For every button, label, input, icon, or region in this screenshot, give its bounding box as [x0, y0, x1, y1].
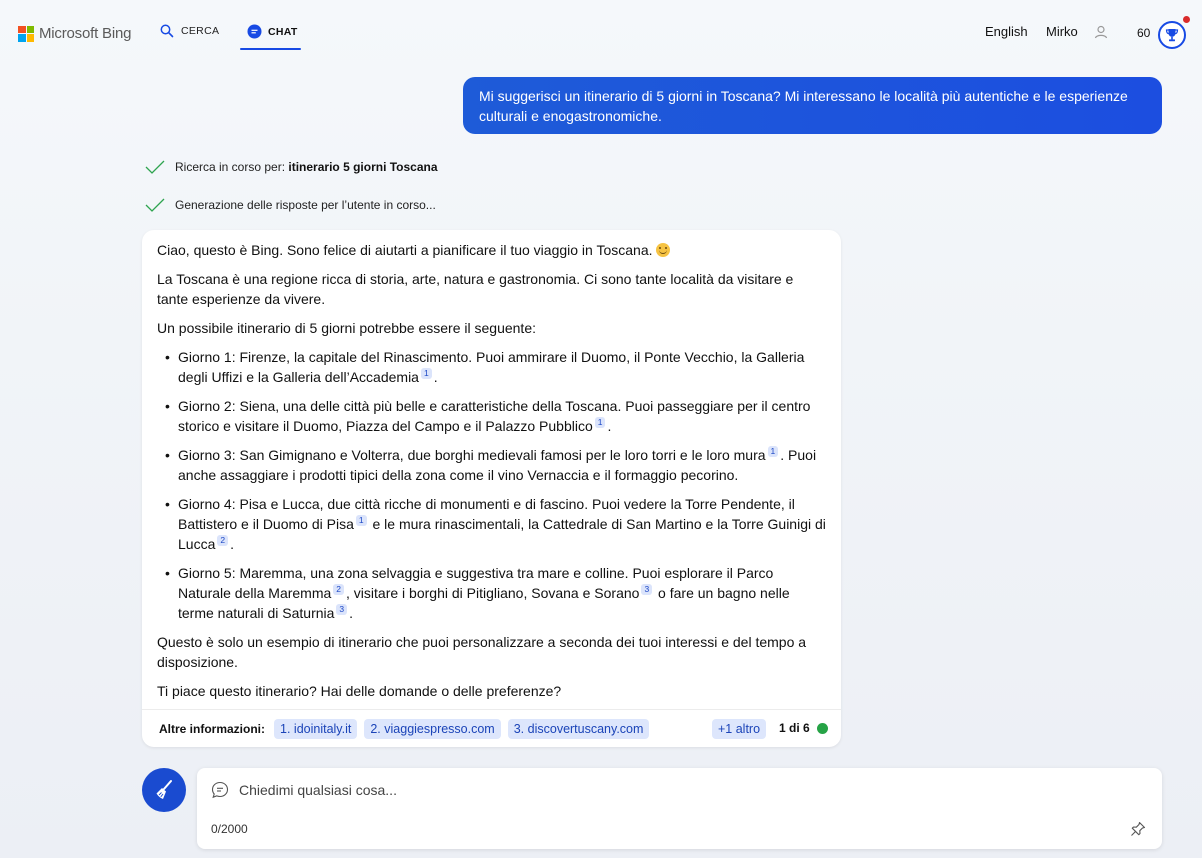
chat-input[interactable] — [239, 780, 1119, 800]
citation-link[interactable]: 2 — [333, 584, 345, 595]
list-item: Giorno 2: Siena, una delle città più bel… — [165, 396, 826, 436]
list-item: Giorno 1: Firenze, la capitale del Rinas… — [165, 347, 826, 387]
response-closing: Questo è solo un esempio di itinerario c… — [157, 634, 807, 670]
list-item: Giorno 5: Maremma, una zona selvaggia e … — [165, 563, 826, 623]
user-message-bubble: Mi suggerisci un itinerario di 5 giorni … — [463, 77, 1162, 134]
day-text: Giorno 1: Firenze, la capitale del Rinas… — [178, 349, 805, 385]
bot-response-card: Ciao, questo è Bing. Sono felice di aiut… — [142, 230, 841, 747]
list-item: Giorno 4: Pisa e Lucca, due città ricche… — [165, 494, 826, 554]
citation-link[interactable]: 1 — [420, 368, 432, 379]
learn-more-bar: Altre informazioni: 1. idoinitaly.it 2. … — [142, 709, 841, 747]
citation-link[interactable]: 1 — [767, 446, 779, 457]
chat-bubble-icon — [211, 781, 229, 799]
search-query: itinerario 5 giorni Toscana — [288, 160, 438, 174]
broom-icon — [156, 780, 172, 799]
source-link[interactable]: 1. idoinitaly.it — [274, 718, 358, 739]
checkmark-icon — [145, 198, 165, 212]
generating-progress: Generazione delle risposte per l’utente … — [145, 198, 436, 212]
character-counter: 0/2000 — [211, 822, 248, 836]
response-body: Ciao, questo è Bing. Sono felice di aiut… — [142, 230, 841, 701]
tab-search-label: CERCA — [181, 25, 220, 37]
user-name[interactable]: Mirko — [1046, 24, 1078, 39]
more-sources-button[interactable]: +1 altro — [712, 719, 767, 739]
brand-name: Microsoft Bing — [39, 25, 132, 42]
day-text: Giorno 2: Siena, una delle città più bel… — [178, 398, 811, 434]
learn-more-label: Altre informazioni: — [159, 721, 266, 736]
turn-counter: 1 di 6 — [779, 721, 810, 735]
language-switch[interactable]: English — [985, 24, 1028, 39]
search-progress: Ricerca in corso per: itinerario 5 giorn… — [145, 160, 438, 174]
turn-status-icon — [817, 723, 828, 734]
citation-link[interactable]: 1 — [594, 417, 606, 428]
day-text: . — [230, 536, 234, 552]
chat-input-box[interactable]: 0/2000 — [197, 768, 1162, 849]
tab-chat-label: CHAT — [268, 25, 298, 38]
response-question: Ti piace questo itinerario? Hai delle do… — [157, 683, 562, 699]
checkmark-icon — [145, 160, 165, 174]
day-text: . — [433, 369, 438, 385]
citation-link[interactable]: 1 — [355, 515, 367, 526]
rewards-points[interactable]: 60 — [1137, 26, 1150, 40]
tab-chat[interactable]: CHAT — [247, 24, 298, 39]
notification-dot — [1183, 16, 1190, 23]
search-progress-prefix: Ricerca in corso per: — [175, 160, 286, 174]
trophy-icon — [1165, 29, 1179, 42]
day-text: Giorno 3: San Gimignano e Volterra, due … — [178, 447, 766, 463]
day-text: , visitare i borghi di Pitigliano, Sovan… — [346, 585, 640, 601]
day-text: . — [607, 418, 612, 434]
rewards-trophy-button[interactable] — [1158, 21, 1186, 49]
tab-search[interactable]: CERCA — [160, 24, 219, 38]
source-link[interactable]: 2. viaggiespresso.com — [364, 718, 501, 739]
citation-link[interactable]: 2 — [217, 535, 229, 546]
microsoft-logo-icon — [18, 25, 34, 42]
smile-emoji-icon — [655, 243, 670, 257]
greeting-text: Ciao, questo è Bing. Sono felice di aiut… — [157, 242, 653, 258]
citation-link[interactable]: 3 — [641, 584, 653, 595]
pin-icon[interactable] — [1130, 821, 1146, 837]
citation-link[interactable]: 3 — [336, 604, 348, 615]
response-lead: Un possibile itinerario di 5 giorni potr… — [157, 320, 536, 336]
source-link[interactable]: 3. discovertuscany.com — [507, 718, 650, 739]
generating-text: Generazione delle risposte per l’utente … — [175, 198, 436, 212]
user-avatar-icon[interactable] — [1093, 24, 1109, 40]
new-topic-button[interactable] — [142, 768, 186, 812]
itinerary-list: Giorno 1: Firenze, la capitale del Rinas… — [165, 347, 826, 623]
active-tab-indicator — [240, 48, 301, 50]
search-icon — [160, 24, 174, 38]
chat-icon — [247, 24, 262, 39]
response-intro: La Toscana è una regione ricca di storia… — [157, 271, 794, 307]
day-text: . — [349, 605, 354, 621]
response-greeting: Ciao, questo è Bing. Sono felice di aiut… — [157, 240, 826, 260]
top-bar: Microsoft Bing CERCA CHAT English Mirko … — [0, 0, 1202, 62]
bing-logo[interactable]: Microsoft Bing — [18, 25, 131, 42]
list-item: Giorno 3: San Gimignano e Volterra, due … — [165, 445, 826, 485]
